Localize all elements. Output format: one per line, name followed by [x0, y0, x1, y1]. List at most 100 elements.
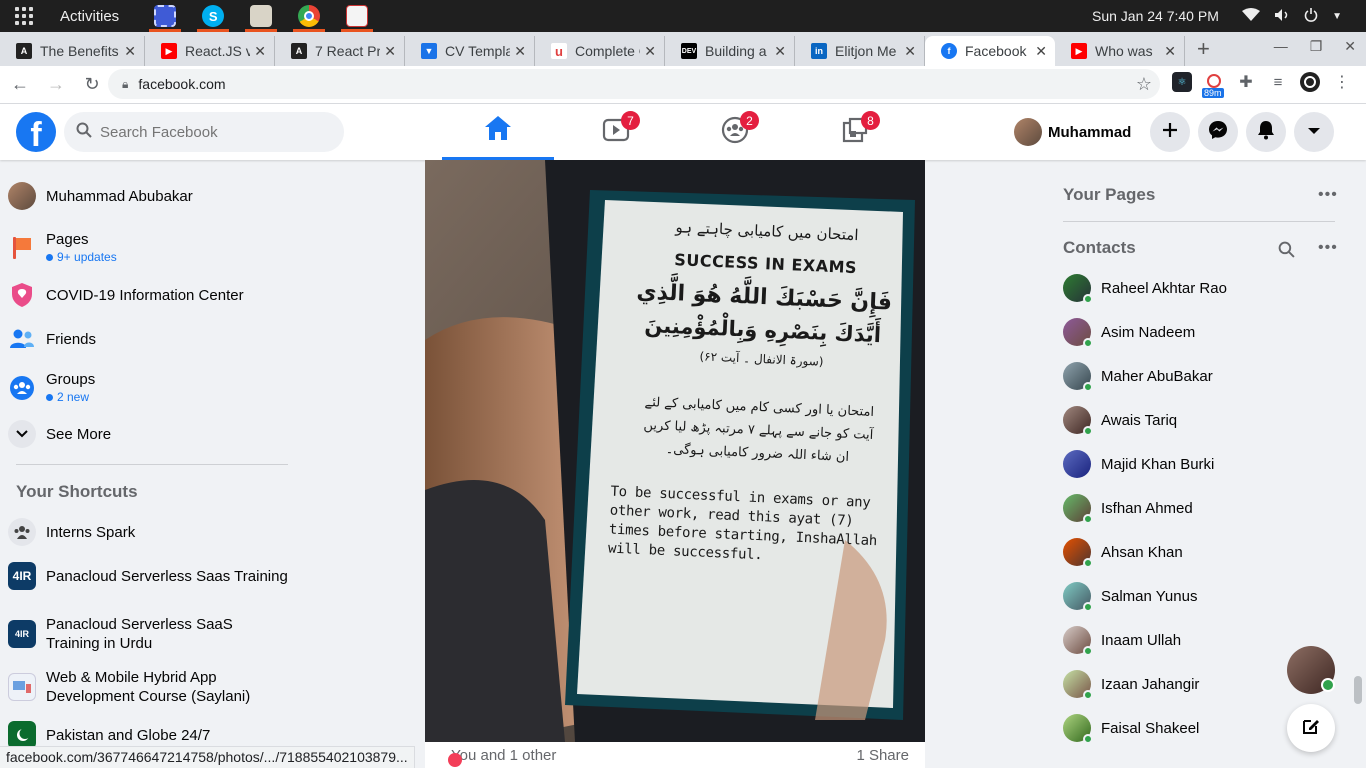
- close-icon[interactable]: ✕: [904, 43, 916, 60]
- contact-item[interactable]: Asim Nadeem: [1060, 312, 1350, 352]
- more-options-icon[interactable]: •••: [1318, 186, 1338, 204]
- browser-tab[interactable]: A The Benefits ✕: [0, 36, 145, 66]
- sidebar-item-friends[interactable]: Friends: [8, 325, 288, 353]
- dock: S: [141, 0, 381, 32]
- chat-head[interactable]: [1287, 646, 1335, 694]
- close-icon[interactable]: ✕: [514, 43, 526, 60]
- contact-item[interactable]: Ahsan Khan: [1060, 532, 1350, 572]
- address-bar[interactable]: 🔒︎ facebook.com ☆: [108, 69, 1160, 99]
- files-icon[interactable]: [237, 0, 285, 32]
- browser-tab[interactable]: ▶ Who was ✕: [1055, 36, 1185, 66]
- sidebar-item-label: Pages: [46, 231, 89, 248]
- nav-home[interactable]: [442, 104, 554, 160]
- bookmark-star-icon[interactable]: ☆: [1136, 74, 1152, 95]
- more-options-icon[interactable]: •••: [1318, 239, 1338, 257]
- close-icon[interactable]: ✕: [644, 43, 656, 60]
- contact-item[interactable]: Salman Yunus: [1060, 576, 1350, 616]
- share-count[interactable]: 1 Share: [856, 747, 909, 764]
- reactions-summary[interactable]: You and 1 other: [451, 747, 556, 764]
- forward-icon[interactable]: →: [40, 69, 72, 101]
- sidebar-item-pages[interactable]: Pages 9+ updates: [8, 230, 288, 265]
- shortcut-item[interactable]: 4IR Panacloud Serverless Saas Training: [8, 562, 288, 590]
- browser-tab[interactable]: A 7 React Pro✕: [275, 36, 405, 66]
- shortcut-item[interactable]: 4IR Panacloud Serverless SaaS Training i…: [8, 615, 288, 653]
- new-tab-button[interactable]: +: [1185, 36, 1222, 66]
- sidebar-item-covid[interactable]: COVID-19 Information Center: [8, 281, 288, 309]
- sidebar-item-groups[interactable]: Groups 2 new: [8, 370, 288, 405]
- chrome-icon[interactable]: [285, 0, 333, 32]
- contact-item[interactable]: Maher AbuBakar: [1060, 356, 1350, 396]
- browser-tab-active[interactable]: f Facebook ✕: [925, 36, 1055, 66]
- media-control-icon[interactable]: ≡: [1268, 72, 1288, 92]
- shortcut-label: Panacloud Serverless SaaS Training in Ur…: [46, 616, 233, 652]
- contact-item[interactable]: Majid Khan Burki: [1060, 444, 1350, 484]
- lock-icon[interactable]: 🔒︎: [122, 77, 128, 92]
- scrollbar-thumb[interactable]: [1354, 676, 1362, 704]
- online-indicator: [1083, 558, 1093, 568]
- notifications-button[interactable]: [1246, 112, 1286, 152]
- nav-gaming[interactable]: 8: [799, 104, 911, 160]
- system-tray[interactable]: ▼: [1242, 0, 1342, 32]
- puzzle-icon[interactable]: ✚: [1236, 72, 1256, 92]
- account-menu-button[interactable]: [1294, 112, 1334, 152]
- groups-badge: 2: [740, 111, 759, 130]
- messenger-button[interactable]: [1198, 112, 1238, 152]
- contact-name: Salman Yunus: [1101, 587, 1198, 605]
- search-input[interactable]: [100, 123, 320, 141]
- search-icon[interactable]: [1278, 241, 1295, 263]
- kebab-menu-icon[interactable]: ⋮: [1332, 72, 1352, 92]
- create-button[interactable]: [1150, 112, 1190, 152]
- minimize-icon[interactable]: —: [1274, 38, 1288, 55]
- close-icon[interactable]: ✕: [124, 43, 136, 60]
- activities-button[interactable]: Activities: [60, 8, 119, 25]
- browser-tab[interactable]: ▼ CV Templat ✕: [405, 36, 535, 66]
- timer-extension-icon[interactable]: 89m: [1202, 72, 1224, 98]
- tab-favicon-icon: DEV: [681, 43, 697, 59]
- sidebar-item-sublabel: 2 new: [46, 389, 95, 405]
- card-heading: SUCCESS IN EXAMS: [673, 250, 858, 278]
- back-icon[interactable]: ←: [4, 69, 36, 101]
- shortcut-item[interactable]: Web & Mobile Hybrid App Development Cour…: [8, 668, 288, 706]
- contact-name: Maher AbuBakar: [1101, 367, 1213, 385]
- reload-icon[interactable]: ↻: [76, 69, 108, 101]
- shortcut-item[interactable]: Interns Spark: [8, 518, 288, 546]
- shortcut-item[interactable]: Pakistan and Globe 24/7: [8, 721, 288, 749]
- post-photo[interactable]: امتحان میں کامیابی چاہتے ہو SUCCESS IN E…: [425, 160, 925, 742]
- browser-tab[interactable]: ▶ React.JS vs✕: [145, 36, 275, 66]
- profile-avatar-icon[interactable]: [1300, 72, 1320, 92]
- close-icon[interactable]: ✕: [774, 43, 786, 60]
- close-icon[interactable]: ✕: [254, 43, 266, 60]
- facebook-logo-icon[interactable]: f: [16, 112, 56, 152]
- watch-badge: 7: [621, 111, 640, 130]
- text-editor-icon[interactable]: [333, 0, 381, 32]
- browser-tab[interactable]: u Complete G✕: [535, 36, 665, 66]
- contact-item[interactable]: Awais Tariq: [1060, 400, 1350, 440]
- clock[interactable]: Sun Jan 24 7:40 PM: [1092, 0, 1219, 32]
- profile-link[interactable]: Muhammad: [1010, 114, 1137, 150]
- skype-icon[interactable]: S: [189, 0, 237, 32]
- close-icon[interactable]: ✕: [384, 43, 396, 60]
- react-devtools-icon[interactable]: ⚛: [1172, 72, 1192, 92]
- nav-watch[interactable]: 7: [560, 104, 672, 160]
- shortcut-label: Web & Mobile Hybrid App Development Cour…: [46, 669, 251, 705]
- contact-item[interactable]: Isfhan Ahmed: [1060, 488, 1350, 528]
- browser-tab[interactable]: in Elitjon Me ✕: [795, 36, 925, 66]
- close-icon[interactable]: ✕: [1164, 43, 1176, 60]
- contact-item[interactable]: Raheel Akhtar Rao: [1060, 268, 1350, 308]
- show-applications-icon[interactable]: [0, 7, 48, 25]
- screenshot-tool-icon[interactable]: [141, 0, 189, 32]
- nav-groups[interactable]: 2: [679, 104, 791, 160]
- maximize-icon[interactable]: ❐: [1310, 38, 1323, 55]
- shortcut-label: Pakistan and Globe 24/7: [46, 726, 211, 744]
- see-more-button[interactable]: See More: [8, 420, 288, 448]
- shortcut-label: Interns Spark: [46, 523, 136, 541]
- chevron-down-icon: ▼: [1332, 10, 1342, 22]
- browser-tab[interactable]: DEV Building a ✕: [665, 36, 795, 66]
- new-message-button[interactable]: [1287, 704, 1335, 752]
- close-icon[interactable]: ✕: [1035, 43, 1047, 60]
- sidebar-item-profile[interactable]: Muhammad Abubakar: [8, 182, 288, 210]
- extensions-area: ⚛ 89m ✚ ≡ ⋮: [1172, 72, 1352, 98]
- group-thumbnail-icon: [8, 673, 36, 701]
- search-box[interactable]: [64, 112, 344, 152]
- close-window-icon[interactable]: ✕: [1344, 38, 1356, 55]
